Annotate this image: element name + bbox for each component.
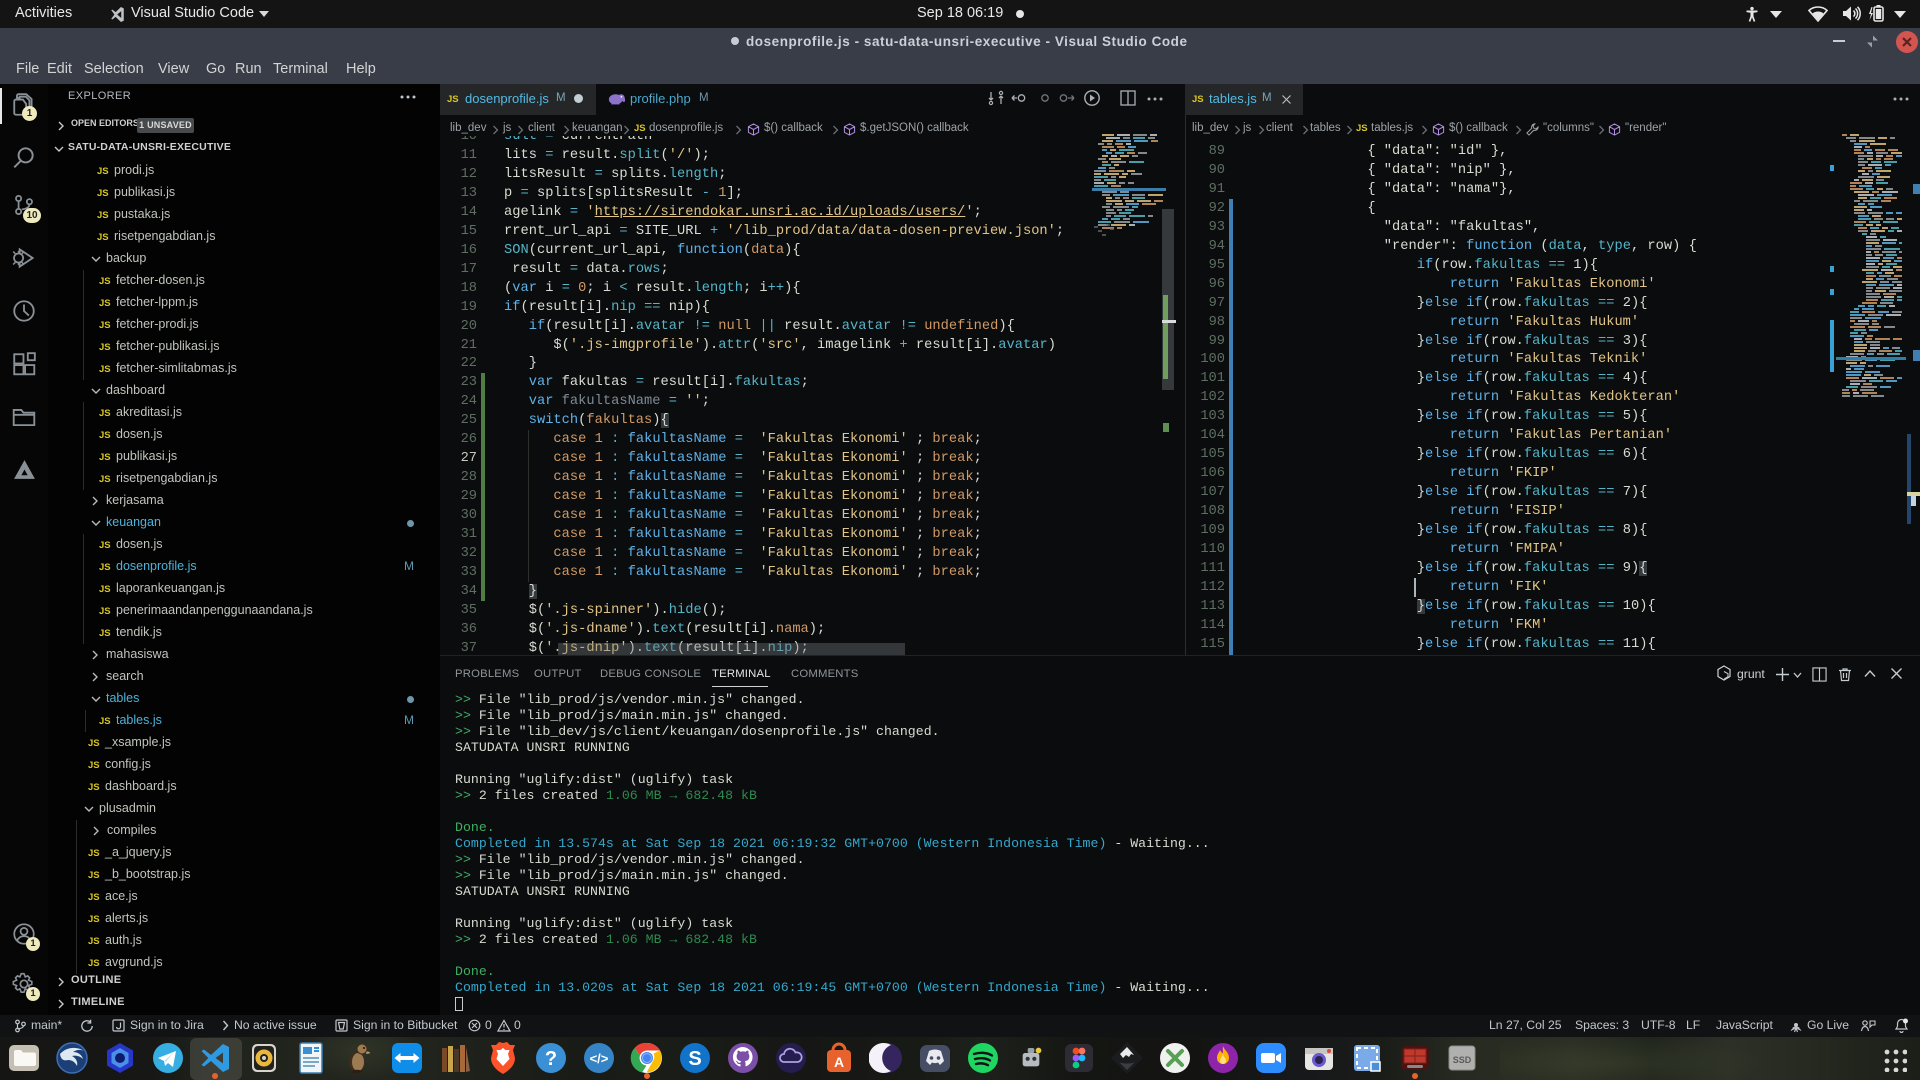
svg-text:?: ? (545, 1048, 557, 1070)
svg-text:A: A (834, 1054, 844, 1070)
svg-text:SSD: SSD (1453, 1055, 1472, 1065)
svg-text:S: S (688, 1048, 701, 1070)
svg-text:</>: </> (590, 1051, 609, 1066)
